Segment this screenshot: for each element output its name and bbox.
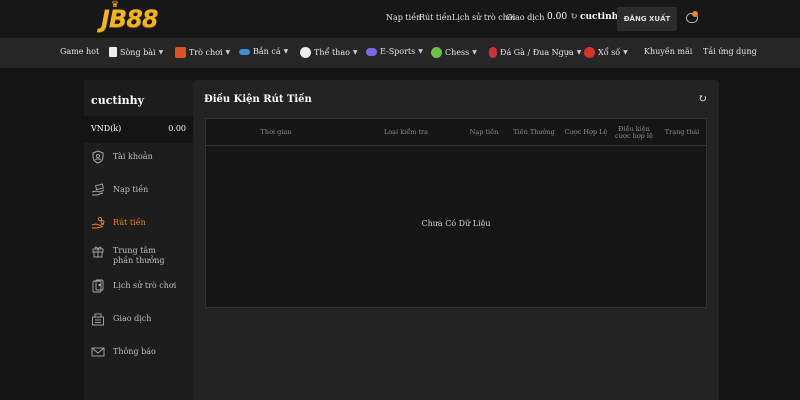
refresh-icon[interactable]: ↻ (698, 92, 707, 105)
sidebar-item-label: Tài khoản (113, 152, 153, 161)
column-header-time: Thời gian (260, 128, 292, 136)
sidebar-item-label: Trung tâm phần thưởng (113, 246, 165, 265)
nav-label: Game hot (60, 47, 100, 56)
top-header: ♛ JB88 Nạp tiền Rút tiền Lịch sử trò chơ… (0, 0, 800, 38)
logo[interactable]: ♛ JB88 (101, 0, 159, 34)
chevron-down-icon: ▼ (576, 49, 582, 56)
sidebar-item-label: Lịch sử trò chơi (113, 281, 177, 290)
nav-item-casino[interactable]: Sòng bài ▼ (109, 47, 163, 57)
nav-label: Khuyến mãi (644, 47, 693, 56)
nav-label: E-Sports (380, 47, 416, 56)
column-header-deposit: Nạp tiền (469, 128, 499, 136)
top-link-withdraw[interactable]: Rút tiền (419, 13, 452, 22)
column-header-status: Trạng thái (664, 128, 700, 136)
nav-item-lottery[interactable]: Xổ số ▼ (584, 47, 628, 58)
chevron-down-icon: ▼ (418, 48, 423, 55)
sidebar-item-label: Rút tiền (113, 218, 146, 227)
nav-label: Sòng bài (120, 47, 156, 57)
logout-button[interactable]: ĐĂNG XUẤT (617, 7, 677, 31)
sidebar-item-label: Nạp tiền (113, 185, 149, 194)
refresh-balance-icon[interactable]: ↻ (570, 12, 578, 22)
mail-icon (91, 345, 105, 359)
nav-item-promotions[interactable]: Khuyến mãi (644, 47, 692, 56)
sidebar-item-withdraw[interactable]: Rút tiền (91, 216, 191, 230)
nav-item-cockfight-horse[interactable]: Đá Gà / Đua Ngựa ▼ (489, 47, 581, 58)
chess-icon (431, 47, 442, 58)
gamepad-icon (366, 47, 377, 56)
conditions-table: Thời gian Loại kiểm tra Nạp tiền Tiền Th… (205, 118, 707, 308)
sidebar-item-transactions[interactable]: Giao dịch (91, 312, 191, 326)
logo-text: JB88 (101, 5, 159, 33)
sidebar-amount: 0.00 (168, 124, 186, 133)
nav-label: Chess (445, 48, 470, 57)
nav-item-chess[interactable]: Chess ▼ (431, 47, 477, 58)
chevron-down-icon: ▼ (623, 49, 628, 56)
game-history-icon (91, 279, 105, 293)
shield-user-icon (91, 150, 105, 164)
column-header-bonus: Tiền Thưởng (513, 128, 555, 136)
header-balance: 0.00 ↻ (547, 12, 578, 22)
top-link-transactions[interactable]: Giao dịch (506, 13, 544, 22)
nav-item-fishing[interactable]: Bắn cá ▼ (239, 47, 288, 56)
main-nav: Game hot Sòng bài ▼ Trò chơi ▼ Bắn cá ▼ … (0, 38, 800, 68)
lottery-ball-icon (584, 47, 595, 58)
nav-item-esports[interactable]: E-Sports ▼ (366, 47, 423, 56)
nav-item-sports[interactable]: Thể thao ▼ (300, 47, 358, 58)
nav-label: Tải ứng dụng (703, 47, 757, 56)
nav-label: Đá Gà / Đua Ngựa (500, 48, 574, 57)
crown-icon: ♛ (111, 0, 120, 10)
sidebar-item-rewards[interactable]: Trung tâm phần thưởng (91, 244, 191, 266)
soccer-ball-icon (300, 47, 311, 58)
page-title: Điều Kiện Rút Tiền (204, 94, 312, 105)
sidebar-item-account[interactable]: Tài khoản (91, 150, 191, 164)
chevron-down-icon: ▼ (283, 48, 289, 55)
nav-label: Bắn cá (253, 47, 281, 56)
account-sidebar: cuctinhy VND(k) 0.00 Tài khoản Nạp tiền … (84, 80, 193, 400)
sidebar-item-notifications[interactable]: Thông báo (91, 345, 191, 359)
sidebar-item-game-history[interactable]: Lịch sử trò chơi (91, 279, 191, 293)
chevron-down-icon: ▼ (352, 49, 358, 56)
sidebar-item-label: Giao dịch (113, 314, 152, 323)
chevron-down-icon: ▼ (158, 48, 164, 56)
sidebar-item-label: Thông báo (113, 347, 156, 356)
withdraw-coins-icon (91, 216, 105, 230)
nav-item-download-app[interactable]: Tải ứng dụng (703, 47, 757, 56)
slot-machine-icon (175, 47, 186, 58)
nav-label: Xổ số (598, 48, 621, 57)
balance-value: 0.00 (547, 12, 568, 22)
chevron-down-icon: ▼ (472, 49, 477, 56)
nav-item-games[interactable]: Trò chơi ▼ (175, 47, 230, 58)
gift-icon (91, 244, 105, 258)
column-header-valid-bet: Cược Hợp Lệ (564, 128, 608, 136)
rooster-icon (489, 47, 497, 58)
transaction-icon (91, 312, 105, 326)
notification-dot (692, 11, 698, 17)
sidebar-balance-row: VND(k) 0.00 (84, 116, 193, 143)
cards-icon (109, 47, 117, 57)
column-header-check-type: Loại kiểm tra (383, 128, 429, 136)
nav-label: Thể thao (314, 48, 350, 57)
sidebar-username: cuctinhy (91, 94, 145, 107)
deposit-hand-icon (91, 183, 105, 197)
empty-state-text: Chưa Có Dữ Liệu (421, 219, 491, 228)
sidebar-currency: VND(k) (91, 124, 122, 133)
nav-item-game-hot[interactable]: Game hot (60, 47, 99, 56)
top-link-deposit[interactable]: Nạp tiền (386, 13, 421, 22)
chevron-down-icon: ▼ (225, 49, 231, 56)
fish-icon (239, 48, 250, 55)
table-header: Thời gian Loại kiểm tra Nạp tiền Tiền Th… (206, 119, 706, 146)
sidebar-item-deposit[interactable]: Nạp tiền (91, 183, 191, 197)
nav-label: Trò chơi (189, 48, 223, 57)
column-header-valid-bet-condition: Điều kiện cược hợp lệ (615, 124, 653, 140)
withdraw-conditions-panel: Điều Kiện Rút Tiền ↻ Thời gian Loại kiểm… (193, 80, 719, 400)
